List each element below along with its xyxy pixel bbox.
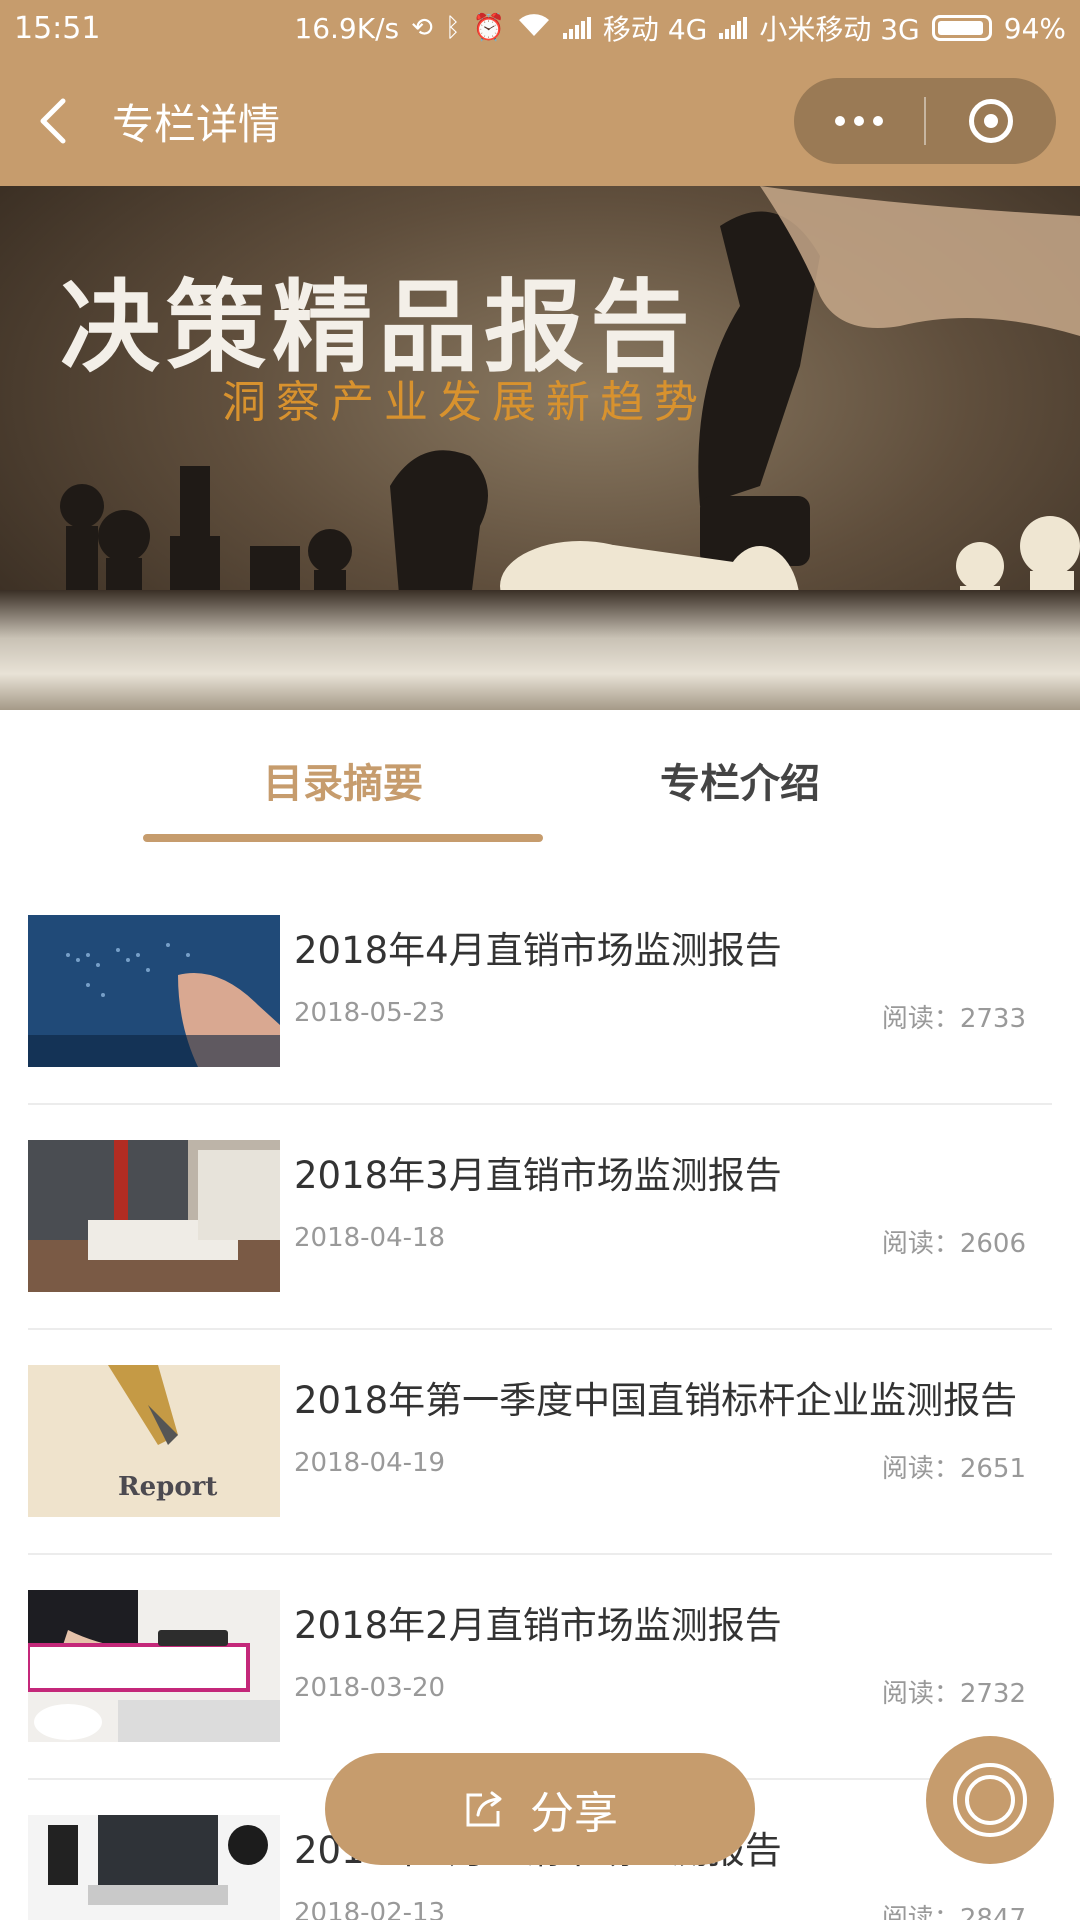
nav-bar: 专栏详情	[0, 56, 1080, 186]
banner-image: 决策精品报告 洞察产业发展新趋势	[0, 186, 1080, 710]
article-title: 2018年3月直销市场监测报告	[294, 1154, 782, 1197]
close-button[interactable]	[926, 78, 1056, 164]
article-read-count: 阅读：2733	[881, 1004, 1026, 1034]
target-icon	[969, 99, 1013, 143]
chevron-left-icon	[40, 98, 66, 144]
share-label: 分享	[530, 1788, 618, 1839]
tab-catalog[interactable]: 目录摘要	[143, 710, 543, 850]
miniprogram-capsule	[794, 78, 1056, 164]
list-item[interactable]: 2018年4月直销市场监测报告 2018-05-23 阅读：2733	[28, 880, 1052, 1105]
more-button[interactable]	[794, 78, 924, 164]
tab-bar: 目录摘要 专栏介绍	[0, 710, 1080, 850]
article-date: 2018-03-20	[294, 1673, 446, 1703]
carrier-secondary: 小米移动 3G	[759, 13, 920, 46]
share-icon	[466, 1791, 502, 1827]
article-thumbnail	[28, 1815, 280, 1920]
article-title: 2018年2月直销市场监测报告	[294, 1604, 782, 1647]
article-title: 2018年4月直销市场监测报告	[294, 929, 782, 972]
signal-icon	[562, 17, 591, 39]
floating-home-button[interactable]	[926, 1736, 1054, 1864]
article-date: 2018-02-13	[294, 1898, 446, 1920]
status-time: 15:51	[14, 10, 101, 46]
circle-icon	[953, 1763, 1027, 1837]
article-date: 2018-04-19	[294, 1448, 446, 1478]
tab-column-intro[interactable]: 专栏介绍	[540, 710, 940, 850]
back-button[interactable]	[8, 56, 98, 186]
active-tab-indicator	[143, 834, 543, 842]
status-bar: 15:51 16.9K/s ⟲ ᛒ ⏰ 移动 4G 小米移动 3G 94%	[0, 0, 1080, 56]
article-date: 2018-05-23	[294, 998, 446, 1028]
signal-icon-secondary	[719, 17, 748, 39]
share-button[interactable]: 分享	[325, 1753, 755, 1865]
list-item[interactable]: Report 2018年第一季度中国直销标杆企业监测报告 2018-04-19 …	[28, 1330, 1052, 1555]
carrier-primary: 移动 4G	[602, 13, 708, 46]
banner-subtitle: 洞察产业发展新趋势	[222, 377, 708, 428]
article-read-count: 阅读：2651	[881, 1454, 1026, 1484]
article-title: 2018年第一季度中国直销标杆企业监测报告	[294, 1379, 1018, 1422]
wifi-icon	[517, 12, 551, 45]
article-thumbnail	[28, 1590, 280, 1742]
list-item[interactable]: 2018年2月直销市场监测报告 2018-03-20 阅读：2732	[28, 1555, 1052, 1780]
network-speed: 16.9K/s	[294, 11, 400, 45]
report-text: Report	[118, 1472, 217, 1502]
article-read-count: 阅读：2606	[881, 1229, 1026, 1259]
list-item[interactable]: 2018年3月直销市场监测报告 2018-04-18 阅读：2606	[28, 1105, 1052, 1330]
article-thumbnail	[28, 915, 280, 1067]
page-title: 专栏详情	[112, 99, 281, 149]
article-thumbnail	[28, 1140, 280, 1292]
chess-board	[0, 590, 1080, 710]
battery-percent: 94%	[1003, 11, 1066, 45]
status-right: 16.9K/s ⟲ ᛒ ⏰ 移动 4G 小米移动 3G 94%	[294, 8, 1066, 48]
article-read-count: 阅读：2732	[881, 1679, 1026, 1709]
bluetooth-icon: ᛒ	[444, 13, 461, 43]
sync-icon: ⟲	[411, 13, 433, 43]
alarm-icon: ⏰	[472, 13, 505, 43]
battery-icon	[931, 15, 992, 41]
article-thumbnail: Report	[28, 1365, 280, 1517]
article-date: 2018-04-18	[294, 1223, 446, 1253]
article-read-count: 阅读：2847	[881, 1904, 1026, 1920]
